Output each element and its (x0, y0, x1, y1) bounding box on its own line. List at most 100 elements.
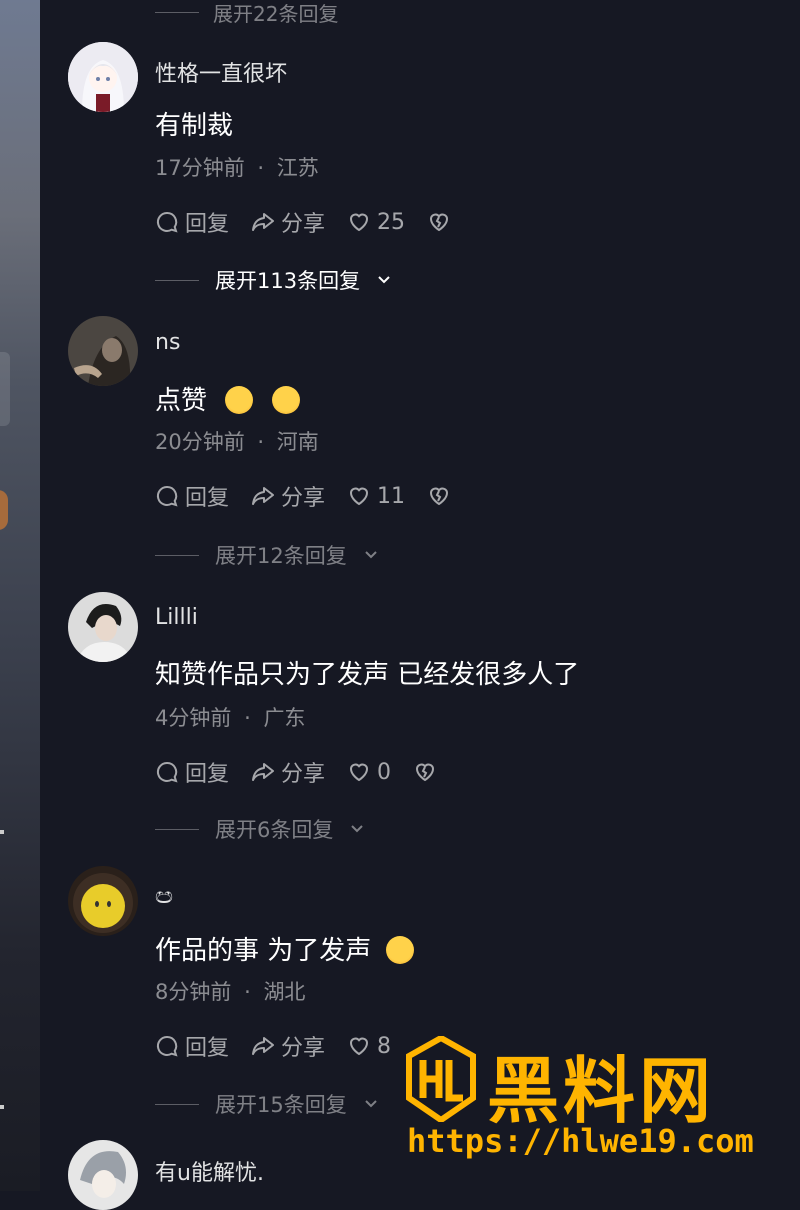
comment-bubble-icon (156, 1035, 178, 1057)
share-arrow-icon (252, 763, 275, 781)
divider-line (155, 1103, 199, 1105)
expand-replies-top[interactable]: 展开22条回复 (155, 0, 338, 27)
share-label: 分享 (281, 762, 326, 787)
heart-eyes-emoji-icon (225, 385, 254, 414)
avatar[interactable] (68, 316, 138, 386)
comment-text: 作品的事 为了发声 (155, 930, 414, 967)
expand-replies[interactable]: 展开113条回复 (155, 265, 392, 295)
comment-location: 湖北 (263, 980, 306, 1004)
side-tick (0, 830, 4, 834)
expand-replies[interactable]: 展开6条回复 (155, 814, 365, 844)
comment-time: 17分钟前 (155, 156, 245, 180)
username[interactable]: ඏ (155, 884, 173, 909)
comment-bubble-icon (156, 485, 178, 507)
reply-button[interactable]: 回复 (155, 206, 229, 238)
broken-heart-icon (430, 487, 449, 506)
side-avatar-fragment (0, 490, 8, 530)
reply-label: 回复 (185, 212, 230, 237)
comment-time: 4分钟前 (155, 706, 232, 730)
comment-meta: 20分钟前 · 河南 (155, 426, 319, 456)
share-button[interactable]: 分享 (251, 1030, 325, 1062)
username[interactable]: ns (155, 330, 180, 355)
heart-eyes-emoji-icon (271, 385, 300, 414)
heart-icon (350, 487, 369, 506)
username[interactable]: 性格一直很坏 (155, 56, 287, 88)
divider-line (155, 12, 199, 13)
side-tab[interactable] (0, 352, 10, 426)
reply-button[interactable]: 回复 (155, 1030, 229, 1062)
like-count: 0 (377, 759, 392, 785)
share-arrow-icon (252, 1037, 275, 1055)
dislike-button[interactable] (427, 484, 451, 508)
comment-time: 8分钟前 (155, 980, 232, 1004)
comment-bubble-icon (156, 761, 178, 783)
share-arrow-icon (252, 487, 275, 505)
expand-label: 展开22条回复 (213, 2, 339, 26)
avatar[interactable] (68, 1140, 138, 1210)
expand-label: 展开15条回复 (215, 1093, 347, 1117)
hl-logo-icon (406, 1036, 476, 1122)
reply-button[interactable]: 回复 (155, 480, 229, 512)
username[interactable]: Lillli (155, 605, 198, 630)
avatar[interactable] (68, 42, 138, 112)
like-count: 25 (377, 209, 406, 235)
like-button[interactable]: 8 (347, 1034, 391, 1059)
left-edge-panel (0, 0, 40, 1191)
comment-actions: 回复 分享 25 (155, 206, 451, 238)
like-count: 8 (377, 1033, 392, 1059)
watermark: 黑料网 https://hlwe19.com (405, 1032, 775, 1182)
crying-emoji-icon (385, 935, 414, 964)
reply-label: 回复 (185, 1036, 230, 1061)
meta-separator: · (257, 430, 265, 454)
comment-time: 20分钟前 (155, 430, 245, 454)
comment-meta: 17分钟前 · 江苏 (155, 152, 319, 182)
like-count: 11 (377, 483, 406, 509)
divider-line (155, 828, 199, 830)
expand-replies[interactable]: 展开12条回复 (155, 540, 379, 570)
share-button[interactable]: 分享 (251, 756, 325, 788)
comment-actions: 回复 分享 8 (155, 1030, 391, 1062)
expand-replies[interactable]: 展开15条回复 (155, 1089, 379, 1119)
username[interactable]: 有u能解忧. (155, 1155, 264, 1187)
chevron-down-icon (351, 825, 364, 833)
comment-meta: 8分钟前 · 湖北 (155, 976, 305, 1006)
broken-heart-icon (430, 213, 449, 232)
like-button[interactable]: 11 (347, 484, 405, 509)
expand-label: 展开12条回复 (215, 544, 347, 568)
heart-icon (350, 213, 369, 232)
chevron-down-icon (365, 551, 377, 559)
comment-location: 河南 (276, 430, 319, 454)
divider-line (155, 554, 199, 556)
share-arrow-icon (252, 213, 275, 231)
share-label: 分享 (281, 212, 326, 237)
share-button[interactable]: 分享 (251, 480, 325, 512)
share-button[interactable]: 分享 (251, 206, 325, 238)
broken-heart-icon (416, 763, 435, 782)
comment-text: 有制裁 (155, 111, 234, 141)
dislike-button[interactable] (413, 760, 437, 784)
share-label: 分享 (281, 486, 326, 511)
heart-icon (350, 1037, 369, 1056)
avatar[interactable] (68, 592, 138, 662)
comment-actions: 回复 分享 11 (155, 480, 451, 512)
heart-icon (350, 763, 369, 782)
comment-location: 广东 (263, 706, 306, 730)
meta-separator: · (244, 980, 251, 1004)
chevron-down-icon (365, 1100, 377, 1108)
reply-button[interactable]: 回复 (155, 756, 229, 788)
comment-text-value: 作品的事 为了发声 (155, 936, 372, 966)
comment-text-value: 点赞 (155, 386, 208, 416)
divider-line (155, 279, 199, 281)
like-button[interactable]: 25 (347, 210, 405, 235)
watermark-url: https://hlwe19.com (407, 1122, 754, 1160)
like-button[interactable]: 0 (347, 760, 391, 785)
side-tick (0, 1105, 4, 1109)
comment-meta: 4分钟前 · 广东 (155, 702, 305, 732)
meta-separator: · (257, 156, 265, 180)
meta-separator: · (244, 706, 251, 730)
avatar[interactable] (68, 866, 138, 936)
chevron-down-icon (378, 276, 390, 284)
reply-label: 回复 (185, 762, 230, 787)
comment-bubble-icon (156, 211, 178, 233)
dislike-button[interactable] (427, 210, 451, 234)
